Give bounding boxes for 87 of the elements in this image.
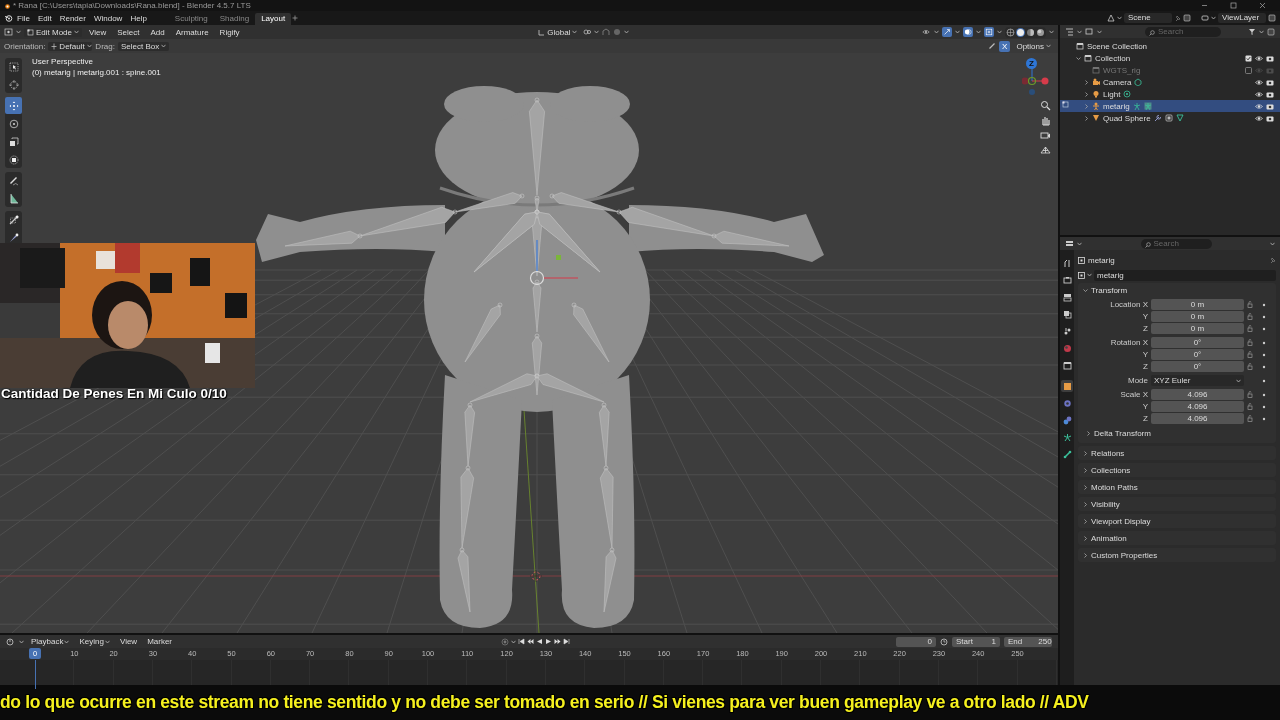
orientation-setting-dropdown[interactable]: Default [48, 41, 93, 51]
outliner-row[interactable]: Light [1060, 88, 1280, 100]
item-label: Scene Collection [1087, 41, 1148, 51]
start-label: Start [956, 636, 973, 647]
panel-header[interactable]: Relations [1078, 446, 1276, 460]
options-dropdown[interactable]: Options [1013, 41, 1054, 51]
number-field[interactable]: 0 m [1151, 323, 1244, 334]
menu-item[interactable]: Window [89, 13, 127, 23]
panel-header[interactable]: Custom Properties [1078, 548, 1276, 562]
workspace-tab[interactable]: Shading [213, 13, 256, 25]
drag-label: Drag: [95, 41, 115, 51]
field-label: Z [1142, 362, 1148, 371]
view-layer-field[interactable]: ViewLayer [1218, 13, 1266, 23]
mode-dropdown[interactable]: XYZ Euler [1151, 375, 1244, 386]
object-name-field[interactable]: metarig [1094, 269, 1276, 281]
axis-z-label[interactable]: Z [1026, 58, 1037, 69]
number-field[interactable]: 4.096 [1151, 413, 1244, 424]
item-label: WGTS_rig [1103, 65, 1141, 75]
panel-header[interactable]: Animation [1078, 531, 1276, 545]
menu-item[interactable]: Keying [76, 637, 113, 646]
number-field[interactable]: 0° [1151, 349, 1244, 360]
outliner-row[interactable]: Collection [1060, 52, 1280, 64]
menu-item[interactable]: View [85, 27, 111, 37]
number-field[interactable]: 4.096 [1151, 401, 1244, 412]
scene-field[interactable]: Scene [1124, 13, 1172, 23]
outliner-row[interactable]: metarig [1060, 100, 1280, 112]
menu-item[interactable]: Select [113, 27, 144, 37]
search-field[interactable]: Search [1140, 238, 1212, 249]
outliner-row[interactable]: Scene Collection [1060, 40, 1280, 52]
menu-item[interactable]: View [116, 637, 141, 646]
number-field[interactable]: 0° [1151, 361, 1244, 372]
drag-dropdown[interactable]: Select Box [117, 41, 170, 51]
field-label: Mode [1127, 376, 1148, 385]
panel-header[interactable]: Transform [1078, 283, 1276, 297]
menu-item[interactable]: File [13, 13, 34, 23]
item-label: Camera [1103, 77, 1132, 87]
mode-dropdown[interactable]: Edit Mode [24, 27, 83, 37]
current-frame-field[interactable]: 0 [896, 636, 936, 647]
field-label: Z [1142, 414, 1148, 423]
field-label: Y [1141, 402, 1148, 411]
frame-value: 0 [927, 636, 932, 647]
window-title: * Rana [C:\Users\tapia\Downloads\Rana.blend] - Blender 4.5.7 LTS [13, 1, 251, 10]
object-name: metarig [1088, 256, 1115, 265]
panel-header[interactable]: Viewport Display [1078, 514, 1276, 528]
panel-header[interactable]: Collections [1078, 463, 1276, 477]
webcam-caption: Cantidad De Penes En Mi Culo 0/10 [1, 386, 227, 401]
field-label: Z [1142, 324, 1148, 333]
number-field[interactable]: 0° [1151, 337, 1244, 348]
workspace-tab[interactable]: Sculpting [168, 13, 214, 25]
menu-item[interactable]: Add [146, 27, 169, 37]
menu-item[interactable]: Marker [144, 637, 176, 646]
view-name: User Perspective [32, 57, 94, 66]
number-field[interactable]: 4.096 [1151, 389, 1244, 400]
menu-item[interactable]: Edit [33, 13, 56, 23]
number-field[interactable]: 0 m [1151, 311, 1244, 322]
field-label: Location X [1109, 300, 1148, 309]
orientation-label: Orientation: [4, 41, 46, 51]
menu-item[interactable]: Armature [171, 27, 213, 37]
panel-header[interactable]: Visibility [1078, 497, 1276, 511]
field-label: Scale X [1119, 390, 1148, 399]
end-frame-field[interactable]: End 250 [1004, 636, 1052, 647]
subpanel-header[interactable]: Delta Transform [1078, 427, 1276, 440]
mirror-x-toggle[interactable]: X [999, 40, 1011, 52]
menu-item[interactable]: Render [55, 13, 90, 23]
end-value: 250 [1038, 636, 1052, 647]
selection-info: (0) metarig | metarig.001 : spine.001 [32, 68, 161, 77]
outliner-row[interactable]: Camera [1060, 76, 1280, 88]
start-frame-field[interactable]: Start 1 [952, 636, 1000, 647]
number-field[interactable]: 0 m [1151, 299, 1244, 310]
item-label: Light [1103, 89, 1121, 99]
outliner-row[interactable]: Quad Sphere [1060, 112, 1280, 124]
field-label: Rotation X [1109, 338, 1148, 347]
field-label: Y [1141, 312, 1148, 321]
scrolling-banner-text: do lo que ocurre en este stream no tiene sentido y no debe ser tomado en serio // Si vienes para ver buen gameplay ve a otro lado // ADV [0, 692, 1089, 713]
workspace-tab[interactable]: Layout [255, 13, 292, 25]
field-label: Y [1141, 350, 1148, 359]
menu-item[interactable]: Playback [28, 637, 73, 646]
panel-header[interactable]: Motion Paths [1078, 480, 1276, 494]
end-label: End [1008, 636, 1023, 647]
menu-item[interactable]: Help [126, 13, 151, 23]
item-label: Quad Sphere [1103, 113, 1151, 123]
item-label: metarig [1103, 101, 1130, 111]
start-value: 1 [991, 636, 996, 647]
item-label: Collection [1095, 53, 1131, 63]
search-field[interactable]: Search [1145, 26, 1221, 37]
menu-item[interactable]: Rigify [215, 27, 244, 37]
orientation-dropdown[interactable]: Global [535, 27, 581, 37]
